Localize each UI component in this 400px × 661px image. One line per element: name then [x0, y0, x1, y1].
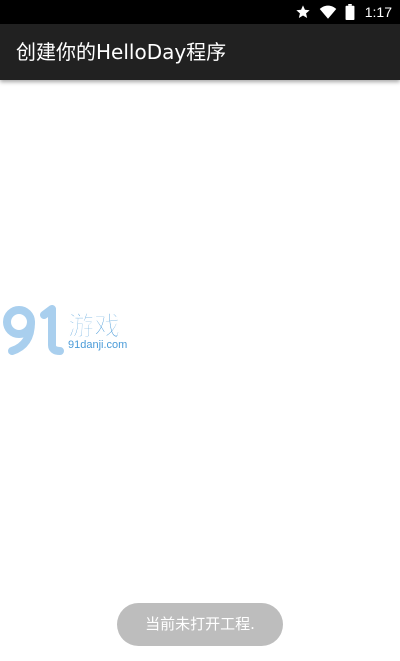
star-icon: [295, 4, 311, 20]
watermark-logo: 游戏 91danji.com: [2, 305, 136, 357]
svg-text:游戏: 游戏: [68, 312, 120, 342]
main-content: [0, 80, 400, 661]
status-bar: 1:17: [0, 0, 400, 24]
watermark-url: 91danji.com: [68, 339, 128, 351]
app-bar: 创建你的HelloDay程序: [0, 24, 400, 80]
wifi-icon: [319, 4, 337, 20]
battery-icon: [345, 4, 355, 20]
toast-message: 当前未打开工程.: [117, 603, 283, 646]
app-screen: 1:17 创建你的HelloDay程序 游戏 91danji.com 当前未打开…: [0, 0, 400, 661]
status-icons: 1:17: [295, 0, 392, 24]
app-title: 创建你的HelloDay程序: [16, 40, 227, 64]
status-time: 1:17: [364, 4, 392, 20]
